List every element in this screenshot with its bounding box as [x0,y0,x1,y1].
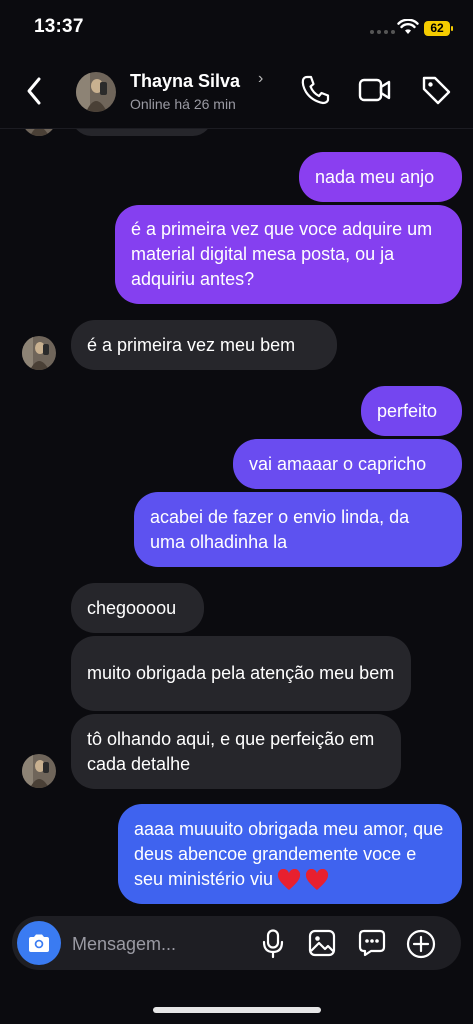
status-bar: 13:37 62 [0,0,473,56]
chat-header: Thayna Silva › Online há 26 min [0,56,473,129]
contact-name[interactable]: Thayna Silva [130,71,240,92]
message-text: vai amaaar o capricho [249,453,427,474]
gallery-icon[interactable] [308,929,336,957]
plus-icon[interactable] [406,929,436,959]
status-time: 13:37 [34,16,84,37]
message-text: é a primeira vez meu bem [87,334,296,355]
message-text: perfeito [377,400,438,421]
back-icon[interactable] [26,76,42,106]
sticker-icon[interactable] [358,929,386,957]
message-bubble-outgoing[interactable]: acabei de fazer o envio linda, da uma ol… [134,492,462,567]
video-call-icon[interactable] [358,76,392,104]
camera-button[interactable] [17,921,61,965]
message-text: aaaa muuuito obrigada meu amor, que deus… [134,817,446,892]
message-bubble-incoming[interactable]: chegoooou [71,583,204,633]
contact-avatar-small[interactable] [22,128,56,136]
contact-avatar-small[interactable] [22,754,56,788]
camera-icon [29,934,49,952]
message-text: tô olhando aqui, e que perfeição em cada… [87,728,375,774]
chevron-right-icon[interactable]: › [258,70,263,88]
contact-avatar[interactable] [76,72,116,112]
message-input[interactable] [70,924,254,964]
message-text: é a primeira vez que voce adquire um mat… [131,219,433,289]
home-indicator[interactable] [153,1007,321,1013]
message-composer [12,916,461,970]
message-text: muito obrigada pela atenção meu bem [87,663,395,683]
phone-icon[interactable] [300,74,330,106]
message-list[interactable]: nada meu anjo é a primeira vez que voce … [0,128,473,914]
microphone-icon[interactable] [262,929,284,959]
message-bubble-incoming[interactable] [72,128,212,136]
message-text: acabei de fazer o envio linda, da uma ol… [150,506,410,552]
contact-status: Online há 26 min [130,96,236,112]
battery-indicator: 62 [424,21,453,36]
message-bubble-outgoing[interactable]: nada meu anjo [299,152,462,202]
message-bubble-incoming[interactable]: tô olhando aqui, e que perfeição em cada… [71,714,401,789]
message-text: chegoooou [87,597,177,618]
contact-avatar-small[interactable] [22,336,56,370]
heart-icon [306,868,329,890]
message-text: nada meu anjo [315,166,435,187]
tag-icon[interactable] [420,74,452,106]
message-bubble-outgoing[interactable]: vai amaaar o capricho [233,439,462,489]
message-bubble-outgoing[interactable]: é a primeira vez que voce adquire um mat… [115,205,462,304]
message-bubble-incoming[interactable]: é a primeira vez meu bem [71,320,337,370]
wifi-icon [397,19,419,34]
message-bubble-outgoing[interactable]: perfeito [361,386,462,436]
message-bubble-incoming[interactable]: muito obrigada pela atenção meu bem [71,636,411,711]
message-bubble-outgoing[interactable]: aaaa muuuito obrigada meu amor, que deus… [118,804,462,904]
heart-icon [278,868,301,890]
signal-icon [370,30,395,34]
